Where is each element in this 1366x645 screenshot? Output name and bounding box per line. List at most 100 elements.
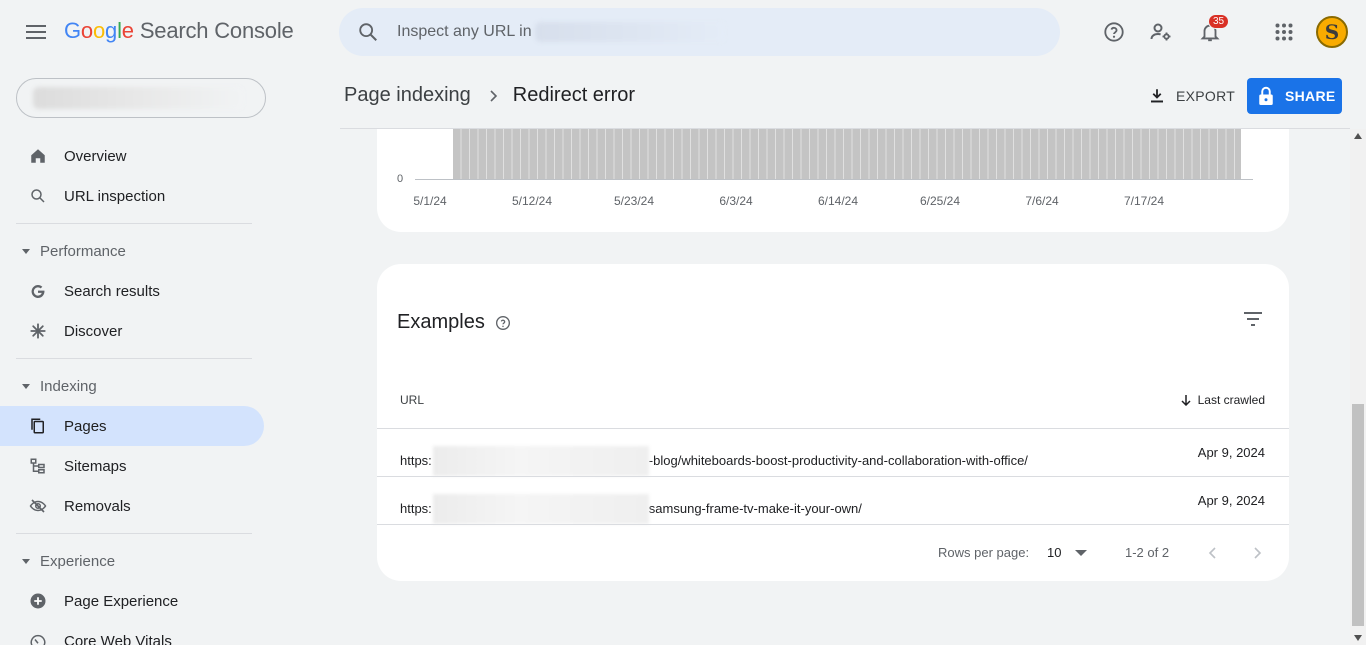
sidebar-item-discover[interactable]: Discover [0,311,264,351]
share-button[interactable]: SHARE [1247,78,1342,114]
page-title: Redirect error [512,84,636,106]
export-button[interactable]: EXPORT [1140,78,1243,114]
search-input[interactable] [397,23,537,41]
arrow-down-icon [1181,395,1191,406]
logo-letter: G [64,18,81,43]
rows-per-page-value: 10 [1047,545,1062,560]
y-tick-label: 0 [397,173,404,185]
sidebar-section-label: Indexing [40,377,97,395]
eye-off-icon [28,496,48,516]
pagination: Rows per page: 10 1-2 of 2 [377,543,1289,563]
sidebar-item-label: Sitemaps [64,457,127,475]
main-content: 0 5/1/24 5/12/24 5/23/24 6/3/24 6/14/24 … [340,129,1350,645]
home-icon [28,146,48,166]
sidebar-item-removals[interactable]: Removals [0,486,264,526]
caret-down-icon [22,383,30,389]
asterisk-icon [28,321,48,341]
examples-heading: Examples [397,311,511,334]
sidebar-section-experience[interactable]: Experience [0,541,264,581]
chart-bars [453,129,1241,179]
menu-icon[interactable] [20,16,52,48]
url-prefix: https: [400,452,432,468]
apps-grid-icon[interactable] [1268,16,1300,48]
logo-letter: o [80,18,93,43]
sidebar-item-sitemaps[interactable]: Sitemaps [0,446,264,486]
chart-card: 0 5/1/24 5/12/24 5/23/24 6/3/24 6/14/24 … [377,129,1289,232]
redacted-property-name [33,87,243,109]
sidebar-item-label: Page Experience [64,592,179,610]
x-tick-label: 5/1/24 [413,194,447,208]
x-tick-label: 6/14/24 [817,194,859,208]
pages-icon [28,416,48,436]
sidebar-item-label: URL inspection [64,187,166,205]
sidebar-item-page-experience[interactable]: Page Experience [0,581,264,621]
help-icon[interactable] [1098,16,1130,48]
search-icon [28,186,48,206]
sidebar-nav: Overview URL inspection Performance Sear… [0,136,264,645]
breadcrumb-parent[interactable]: Page indexing [344,84,471,107]
plus-circle-icon [28,591,48,611]
rows-per-page-label: Rows per page: [938,545,1030,560]
sidebar-section-performance[interactable]: Performance [0,231,264,271]
manage-accounts-icon[interactable] [1145,16,1177,48]
share-label: SHARE [1285,88,1336,104]
product-name: Search Console [139,18,294,43]
scroll-thumb[interactable] [1352,404,1364,626]
x-tick-label: 5/12/24 [511,194,553,208]
x-axis-labels: 5/1/24 5/12/24 5/23/24 6/3/24 6/14/24 6/… [377,194,1289,210]
last-crawled-cell: Apr 9, 2024 [1197,493,1265,508]
notification-count-badge: 35 [1208,14,1230,29]
sidebar-item-label: Overview [64,147,127,165]
caret-down-icon [22,248,30,254]
x-tick-label: 5/23/24 [613,194,655,208]
sidebar-item-label: Pages [64,417,107,435]
dropdown-arrow-icon [1075,549,1088,556]
redacted-domain [432,494,649,524]
scroll-down-arrow-icon[interactable] [1354,635,1362,641]
scroll-up-arrow-icon[interactable] [1354,133,1362,139]
export-label: EXPORT [1176,88,1236,104]
table-row[interactable]: https: -blog/whiteboards-boost-productiv… [377,429,1289,476]
sidebar-item-url-inspection[interactable]: URL inspection [0,176,264,216]
divider [16,533,252,534]
examples-card: Examples URL Last crawled https: -blog/w… [377,264,1289,581]
chevron-right-icon[interactable] [1247,543,1267,563]
redacted-property-name [535,22,725,42]
url-prefix: https: [400,500,432,516]
sidebar-item-overview[interactable]: Overview [0,136,264,176]
chevron-left-icon[interactable] [1203,543,1223,563]
sidebar-item-core-web-vitals[interactable]: Core Web Vitals [0,621,264,645]
column-header-url[interactable]: URL [400,393,424,407]
google-g-icon [28,281,48,301]
property-selector[interactable] [16,78,266,118]
rows-per-page-select[interactable]: 10 [1047,545,1088,560]
pagination-range: 1-2 of 2 [1125,545,1170,560]
url-cell: https: samsung-frame-tv-make-it-your-own… [400,493,862,524]
sitemap-icon [28,456,48,476]
sidebar-item-label: Search results [64,282,160,300]
logo-letter: g [105,18,118,43]
avatar[interactable]: S [1316,16,1348,48]
column-header-label: Last crawled [1197,393,1265,407]
help-icon[interactable] [495,315,511,331]
breadcrumb: Page indexing Redirect error [344,84,635,107]
url-path: samsung-frame-tv-make-it-your-own/ [648,500,862,516]
sidebar-item-pages[interactable]: Pages [0,406,264,446]
app-logo[interactable]: Google Search Console [64,18,294,44]
bell-icon[interactable]: 35 [1194,14,1230,48]
sidebar-item-label: Removals [64,497,131,515]
logo-letter: e [121,18,134,43]
sidebar-item-label: Discover [64,322,123,340]
sidebar-item-search-results[interactable]: Search results [0,271,264,311]
chevron-right-icon [490,89,497,102]
column-header-last-crawled[interactable]: Last crawled [1180,393,1265,407]
url-cell: https: -blog/whiteboards-boost-productiv… [400,445,1028,476]
filter-icon[interactable] [1239,305,1267,333]
sidebar-item-label: Core Web Vitals [64,632,172,645]
sidebar-section-indexing[interactable]: Indexing [0,366,264,406]
url-path: -blog/whiteboards-boost-productivity-and… [648,452,1028,468]
divider [377,524,1289,525]
table-row[interactable]: https: samsung-frame-tv-make-it-your-own… [377,477,1289,524]
url-inspection-search[interactable] [339,8,1060,56]
scrollbar[interactable] [1350,129,1366,645]
